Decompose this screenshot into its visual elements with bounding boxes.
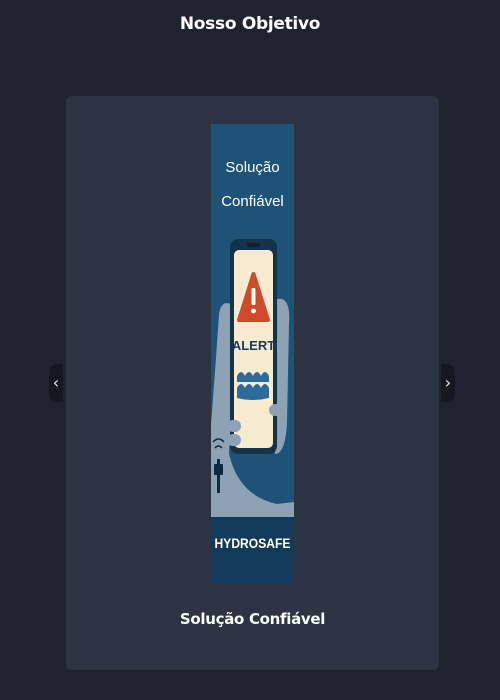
slide-caption: Solução Confiável [179, 610, 326, 628]
carousel-slide-card: Solução Confiável ALERT HYDROSAFE Soluçã… [66, 96, 439, 670]
carousel-next-button[interactable]: › [441, 364, 455, 402]
poster-heading-line1: Solução [225, 159, 279, 176]
slide-poster-image: Solução Confiável ALERT HYDROSAFE [211, 124, 294, 584]
page: Nosso Objetivo ‹ Solução Confiável ALERT… [0, 0, 500, 700]
hydrosafe-poster: Solução Confiável ALERT HYDROSAFE [211, 124, 294, 584]
poster-alert-label: ALERT [232, 338, 275, 353]
chevron-left-icon: ‹ [52, 373, 60, 392]
carousel-prev-button[interactable]: ‹ [49, 364, 63, 402]
poster-heading-line2: Confiável [221, 193, 284, 210]
page-title: Nosso Objetivo [179, 14, 321, 34]
chevron-right-icon: › [444, 373, 452, 392]
poster-brand: HYDROSAFE [215, 535, 291, 551]
